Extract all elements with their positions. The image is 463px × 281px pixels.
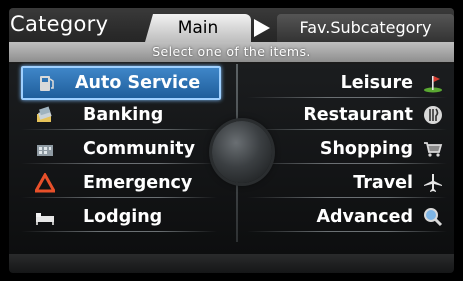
row-divider (247, 197, 447, 198)
instruction-bar: Select one of the items. (9, 42, 454, 62)
airplane-icon (424, 174, 442, 192)
tab-main[interactable]: Main (145, 14, 251, 42)
row-divider (247, 129, 447, 130)
category-panel: Auto Service Banking Community Emergency… (9, 64, 454, 254)
banking-icon (37, 106, 52, 122)
category-restaurant[interactable]: Restaurant (247, 100, 447, 130)
category-community[interactable]: Community (21, 134, 217, 164)
row-divider (21, 197, 217, 198)
magnifier-icon (424, 208, 443, 227)
category-label: Lodging (83, 207, 163, 227)
instruction-text: Select one of the items. (152, 44, 311, 59)
category-label: Travel (353, 173, 413, 193)
row-divider (21, 231, 217, 232)
category-label: Leisure (340, 73, 413, 93)
row-divider (247, 231, 447, 232)
category-label: Banking (83, 105, 164, 125)
bed-icon (36, 213, 54, 225)
category-travel[interactable]: Travel (247, 168, 447, 198)
shopping-cart-icon (424, 142, 443, 157)
row-divider (21, 163, 217, 164)
header: Category Main Fav.Subcategory Select one… (9, 8, 454, 64)
tab-fav-subcategory[interactable]: Fav.Subcategory (277, 14, 454, 42)
bottom-bar (9, 254, 454, 273)
category-auto-service[interactable]: Auto Service (21, 66, 221, 100)
category-label: Community (83, 139, 196, 159)
category-label: Emergency (83, 173, 193, 193)
row-divider (21, 129, 217, 130)
category-emergency[interactable]: Emergency (21, 168, 217, 198)
category-banking[interactable]: Banking (21, 100, 217, 130)
category-label: Auto Service (75, 73, 201, 93)
navigation-screen: Category Main Fav.Subcategory Select one… (9, 8, 454, 273)
category-label: Advanced (316, 207, 413, 227)
emergency-triangle-icon (35, 173, 55, 193)
tab-arrow-icon (254, 19, 270, 37)
category-label: Shopping (319, 139, 413, 159)
category-leisure[interactable]: Leisure (247, 68, 447, 98)
interface-dial (212, 121, 272, 183)
golf-flag-icon (424, 76, 442, 93)
row-divider (247, 163, 447, 164)
fork-knife-icon (424, 106, 442, 124)
gas-pump-icon (40, 76, 54, 91)
category-advanced[interactable]: Advanced (247, 202, 447, 232)
page-title: Category (10, 12, 109, 36)
category-lodging[interactable]: Lodging (21, 202, 217, 232)
category-label: Restaurant (303, 105, 413, 125)
row-divider (247, 97, 447, 98)
category-shopping[interactable]: Shopping (247, 134, 447, 164)
community-icon (37, 145, 53, 156)
